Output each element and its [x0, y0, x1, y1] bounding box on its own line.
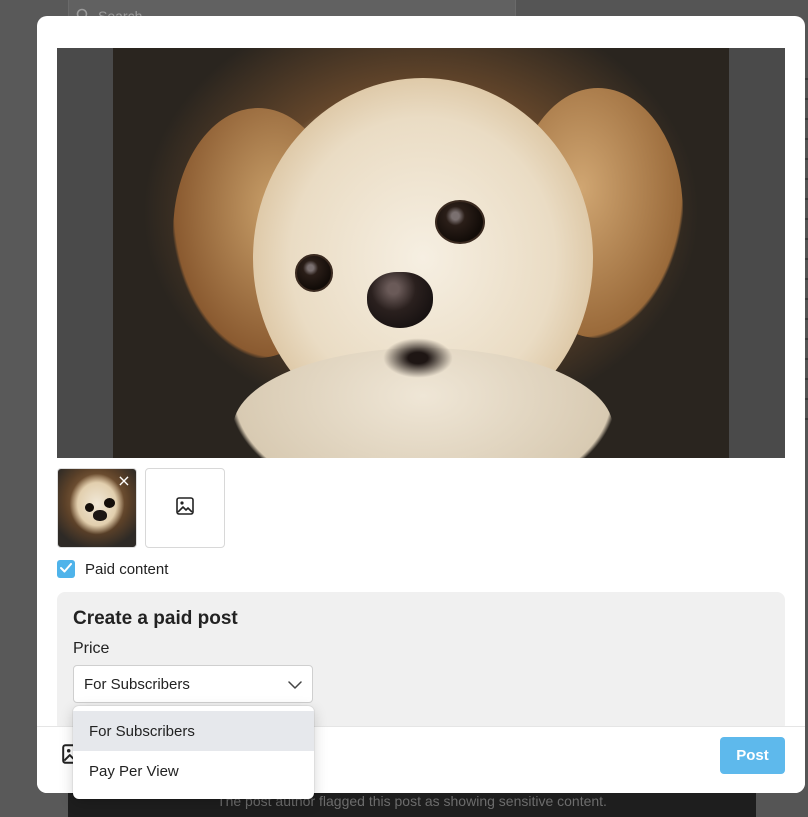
post-button[interactable]: Post [720, 737, 785, 774]
paid-content-label[interactable]: Paid content [85, 561, 168, 578]
create-post-modal: × Paid content Create a paid post Price … [37, 16, 805, 793]
dog-photo-eye-right [435, 200, 485, 244]
add-media-button[interactable] [145, 468, 225, 548]
price-dropdown-menu: For Subscribers Pay Per View [73, 706, 314, 799]
thumbnail-nose [93, 510, 107, 521]
image-icon [175, 496, 195, 521]
paid-post-title: Create a paid post [73, 608, 238, 629]
media-thumbnail[interactable]: × [57, 468, 137, 548]
dog-photo [113, 48, 729, 458]
option-pay-per-view[interactable]: Pay Per View [73, 751, 314, 791]
chevron-down-icon [288, 676, 302, 693]
paid-content-row: Paid content [57, 560, 168, 578]
paid-content-checkbox[interactable] [57, 560, 75, 578]
dog-photo-nose [367, 272, 433, 328]
dog-photo-eye-left [295, 254, 333, 292]
thumbnail-eye-right [104, 498, 115, 508]
media-preview [57, 48, 785, 458]
thumbnail-eye-left [85, 503, 94, 512]
checkmark-icon [60, 560, 72, 578]
option-for-subscribers[interactable]: For Subscribers [73, 711, 314, 751]
dog-photo-mouth [383, 338, 453, 378]
price-label: Price [73, 640, 110, 657]
remove-media-button[interactable]: × [115, 472, 133, 490]
media-thumbnails: × [57, 468, 225, 548]
price-select[interactable]: For Subscribers [73, 665, 313, 703]
price-select-value: For Subscribers [84, 675, 190, 693]
